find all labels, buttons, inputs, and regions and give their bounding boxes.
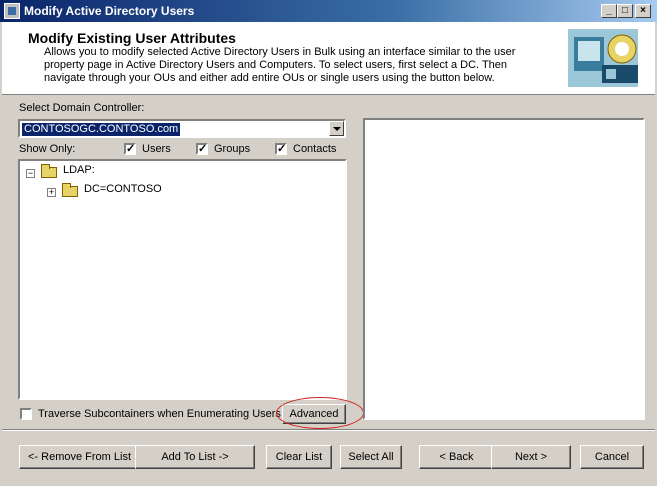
wizard-logo (562, 23, 652, 93)
clear-list-button[interactable]: Clear List (266, 445, 332, 469)
window-app-icon[interactable] (4, 3, 20, 19)
users-checkbox-label: Users (142, 143, 171, 155)
add-to-list-button[interactable]: Add To List -> (135, 445, 255, 469)
cancel-button[interactable]: Cancel (580, 445, 644, 469)
select-all-button[interactable]: Select All (340, 445, 402, 469)
remove-from-list-button[interactable]: <- Remove From List (19, 445, 140, 469)
folder-icon (41, 164, 57, 178)
tree-node-ldap[interactable]: LDAP: (63, 164, 95, 176)
domain-controller-value: CONTOSOGC.CONTOSO.com (22, 123, 181, 136)
window-title: Modify Active Directory Users (24, 4, 195, 18)
tree-node-dc-contoso[interactable]: DC=CONTOSO (84, 183, 162, 195)
traverse-checkbox[interactable] (20, 408, 32, 420)
groups-checkbox-label: Groups (214, 143, 251, 155)
back-button[interactable]: < Back (419, 445, 494, 469)
contacts-checkbox-label: Contacts (293, 143, 337, 155)
ou-tree-view[interactable]: − LDAP: + DC=CONTOSO (18, 159, 347, 400)
groups-checkbox[interactable]: ✓ (196, 143, 208, 155)
close-icon[interactable]: × (635, 4, 651, 18)
users-checkbox[interactable]: ✓ (124, 143, 136, 155)
tree-collapse-icon[interactable]: − (26, 169, 35, 178)
maximize-icon[interactable]: □ (617, 4, 633, 18)
contacts-checkbox[interactable]: ✓ (275, 143, 287, 155)
tree-expand-icon[interactable]: + (47, 188, 56, 197)
dropdown-arrow-icon[interactable] (329, 121, 344, 136)
separator (2, 429, 655, 431)
domain-controller-select[interactable]: CONTOSOGC.CONTOSO.com (18, 119, 346, 138)
minimize-icon[interactable]: _ (601, 4, 617, 18)
show-only-label: Show Only: (19, 143, 76, 155)
page-description: Allows you to modify selected Active Dir… (44, 46, 516, 84)
folder-icon (62, 183, 78, 197)
selected-users-list[interactable] (363, 118, 645, 420)
traverse-checkbox-label: Traverse Subcontainers when Enumerating … (38, 408, 281, 420)
page-title: Modify Existing User Attributes (28, 30, 236, 46)
highlight-annotation (276, 397, 364, 429)
next-button[interactable]: Next > (491, 445, 571, 469)
domain-controller-label: Select Domain Controller: (19, 102, 145, 114)
title-bar[interactable]: Modify Active Directory Users _ □ × (0, 0, 657, 22)
wizard-header: Modify Existing User Attributes Allows y… (2, 22, 655, 95)
